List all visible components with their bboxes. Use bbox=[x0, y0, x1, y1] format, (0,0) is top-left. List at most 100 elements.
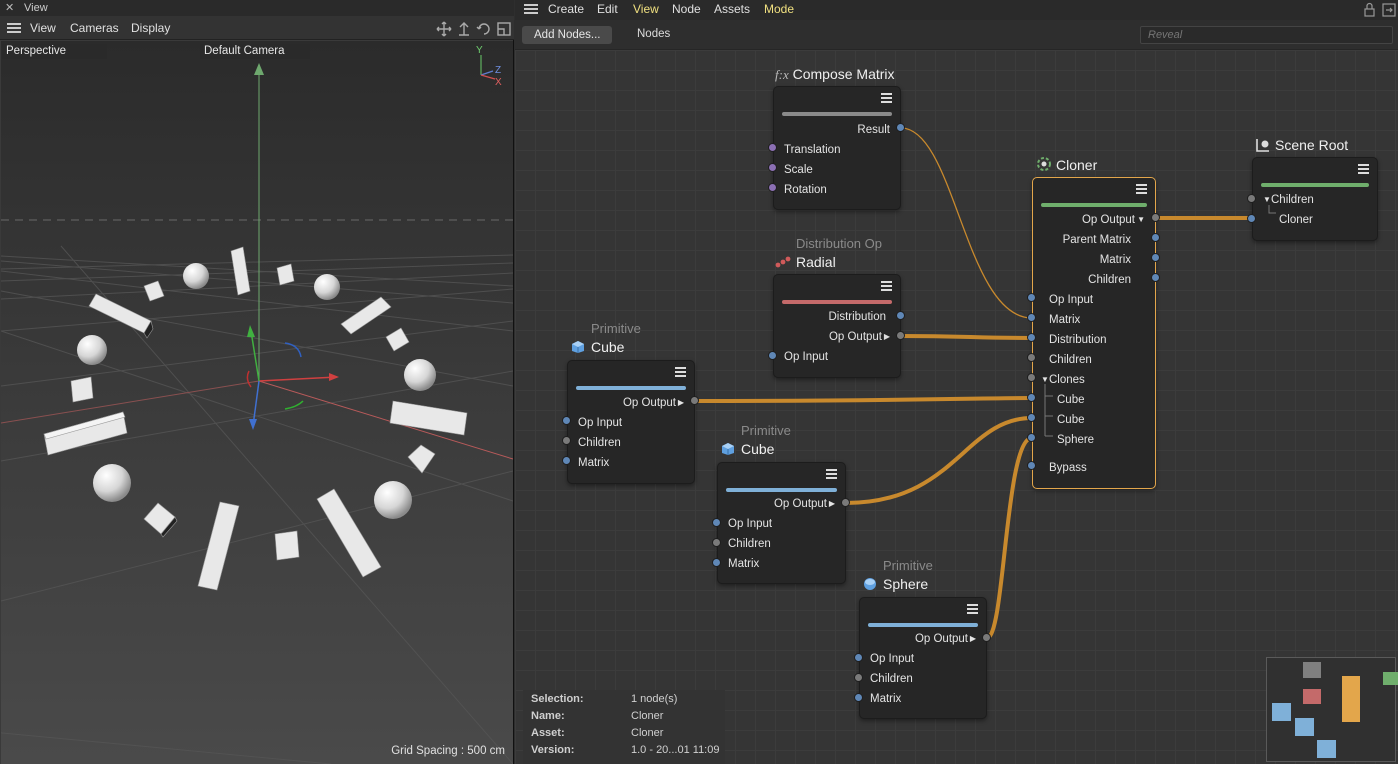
menu-mode-active[interactable]: Mode bbox=[764, 0, 794, 19]
port-cloner-label: Cloner bbox=[1279, 214, 1313, 226]
port-rotation-dot[interactable] bbox=[768, 183, 777, 192]
port-op-output-label: Op Output bbox=[622, 397, 676, 409]
rotate-icon[interactable] bbox=[476, 23, 490, 35]
minimap-node bbox=[1303, 662, 1321, 678]
port-matrix-out-dot[interactable] bbox=[1151, 253, 1160, 262]
node-menu-icon[interactable] bbox=[675, 367, 686, 377]
menu-edit[interactable]: Edit bbox=[597, 0, 618, 19]
port-clone-cube2-dot[interactable] bbox=[1027, 413, 1036, 422]
node-color-bar bbox=[1041, 203, 1147, 207]
port-op-output-dot[interactable] bbox=[982, 633, 991, 642]
port-op-output-dot[interactable] bbox=[841, 498, 850, 507]
reveal-search-input[interactable] bbox=[1140, 26, 1393, 44]
port-result-dot[interactable] bbox=[896, 123, 905, 132]
port-bypass-dot[interactable] bbox=[1027, 461, 1036, 470]
cube-icon bbox=[571, 340, 585, 357]
sphere-subtitle: Primitive bbox=[883, 558, 933, 573]
node-menu-icon[interactable] bbox=[881, 93, 892, 103]
minimap-node bbox=[1317, 740, 1336, 758]
maximize-icon[interactable] bbox=[497, 22, 511, 36]
node-minimap[interactable] bbox=[1266, 657, 1398, 762]
3d-viewport[interactable]: Perspective Default Camera Y Z X Grid Sp… bbox=[1, 41, 513, 764]
port-matrix-dot[interactable] bbox=[854, 693, 863, 702]
port-op-input-dot[interactable] bbox=[768, 351, 777, 360]
node-menu-icon[interactable] bbox=[826, 469, 837, 479]
port-children-out-dot[interactable] bbox=[1151, 273, 1160, 282]
port-op-input-dot[interactable] bbox=[1027, 293, 1036, 302]
selection-info-panel: Selection: 1 node(s) Name: Cloner Asset:… bbox=[523, 690, 725, 764]
port-bypass-label: Bypass bbox=[1049, 462, 1087, 474]
node-menu-icon[interactable] bbox=[881, 281, 892, 291]
port-scale-dot[interactable] bbox=[768, 163, 777, 172]
port-distribution-dot[interactable] bbox=[1027, 333, 1036, 342]
port-children-dot[interactable] bbox=[854, 673, 863, 682]
port-op-input-dot[interactable] bbox=[854, 653, 863, 662]
minimap-node bbox=[1342, 676, 1360, 722]
add-nodes-button[interactable]: Add Nodes... bbox=[522, 26, 613, 44]
port-matrix-label: Matrix bbox=[578, 457, 610, 469]
triangle-icon: ▶ bbox=[969, 634, 976, 643]
sphere-node[interactable]: Op Output ▶ Op Input Children Matrix bbox=[859, 597, 987, 719]
lock-icon[interactable] bbox=[1364, 2, 1375, 17]
navigation-icons bbox=[436, 21, 511, 37]
port-children-dot[interactable] bbox=[1247, 194, 1256, 203]
menu-view[interactable]: View bbox=[30, 16, 56, 40]
viewport-menu-bar: View Cameras Display bbox=[0, 16, 514, 40]
menu-cameras[interactable]: Cameras bbox=[70, 16, 119, 40]
port-op-input-dot[interactable] bbox=[712, 518, 721, 527]
menu-view-active[interactable]: View bbox=[633, 0, 659, 19]
port-children-dot[interactable] bbox=[712, 538, 721, 547]
port-op-output-dot[interactable] bbox=[896, 331, 905, 340]
menu-display[interactable]: Display bbox=[131, 16, 170, 40]
close-icon[interactable]: ✕ bbox=[5, 0, 14, 16]
port-translation-dot[interactable] bbox=[768, 143, 777, 152]
port-matrix-label: Matrix bbox=[870, 693, 902, 705]
cube1-node[interactable]: Op Output ▶ Op Input Children Matrix bbox=[567, 360, 695, 484]
dropdown-triangle-icon: ▼ bbox=[1137, 215, 1145, 224]
node-editor-toolbar: Add Nodes... Nodes bbox=[515, 20, 1398, 50]
scene-render: Y Z X bbox=[1, 45, 513, 764]
node-menu-icon[interactable] bbox=[1358, 164, 1369, 174]
compose-matrix-node[interactable]: Result Translation Scale Rotation bbox=[773, 86, 901, 210]
port-children-dot[interactable] bbox=[562, 436, 571, 445]
node-menu-icon[interactable] bbox=[967, 604, 978, 614]
info-selection-value: 1 node(s) bbox=[631, 693, 678, 705]
port-op-output-dot[interactable] bbox=[1151, 213, 1160, 222]
wire-cube1-to-clones bbox=[693, 396, 1034, 403]
menu-icon[interactable] bbox=[7, 23, 21, 33]
port-rotation-label: Rotation bbox=[784, 184, 827, 196]
menu-icon[interactable] bbox=[524, 4, 538, 14]
compose-matrix-title: f:x Compose Matrix bbox=[775, 66, 895, 82]
port-distribution-dot[interactable] bbox=[896, 311, 905, 320]
port-clones-dot[interactable] bbox=[1027, 373, 1036, 382]
port-matrix-dot[interactable] bbox=[562, 456, 571, 465]
svg-text:X: X bbox=[495, 77, 502, 88]
radial-node[interactable]: Distribution Op Output ▶ Op Input bbox=[773, 274, 901, 378]
dolly-icon[interactable] bbox=[459, 22, 469, 36]
cloner-node[interactable]: Op Output ▼ Parent Matrix Matrix Childre… bbox=[1032, 177, 1156, 489]
expand-icon[interactable] bbox=[1382, 3, 1396, 17]
grid-spacing-label: Grid Spacing : 500 cm bbox=[391, 745, 505, 757]
port-matrix-dot[interactable] bbox=[712, 558, 721, 567]
tab-nodes[interactable]: Nodes bbox=[637, 28, 670, 40]
move-icon[interactable] bbox=[436, 21, 452, 37]
port-cloner-dot[interactable] bbox=[1247, 214, 1256, 223]
port-op-input-label: Op Input bbox=[578, 417, 623, 429]
port-op-input-label: Op Input bbox=[728, 518, 773, 530]
port-clone-sphere-dot[interactable] bbox=[1027, 433, 1036, 442]
port-clone-cube1-dot[interactable] bbox=[1027, 393, 1036, 402]
port-clone-cube2-label: Cube bbox=[1057, 414, 1085, 426]
menu-create[interactable]: Create bbox=[548, 0, 584, 19]
scene-root-node[interactable]: ▼ Children Cloner bbox=[1252, 157, 1378, 241]
port-parent-matrix-dot[interactable] bbox=[1151, 233, 1160, 242]
port-op-input-dot[interactable] bbox=[562, 416, 571, 425]
radial-title: Radial bbox=[796, 254, 836, 270]
node-graph-canvas[interactable]: f:x Compose Matrix Result Translation Sc… bbox=[515, 50, 1398, 764]
port-matrix-in-dot[interactable] bbox=[1027, 313, 1036, 322]
port-children-in-dot[interactable] bbox=[1027, 353, 1036, 362]
cube2-node[interactable]: Op Output ▶ Op Input Children Matrix bbox=[717, 462, 846, 584]
port-op-output-dot[interactable] bbox=[690, 396, 699, 405]
node-menu-icon[interactable] bbox=[1136, 184, 1147, 194]
menu-node[interactable]: Node bbox=[672, 0, 701, 19]
menu-assets[interactable]: Assets bbox=[714, 0, 750, 19]
